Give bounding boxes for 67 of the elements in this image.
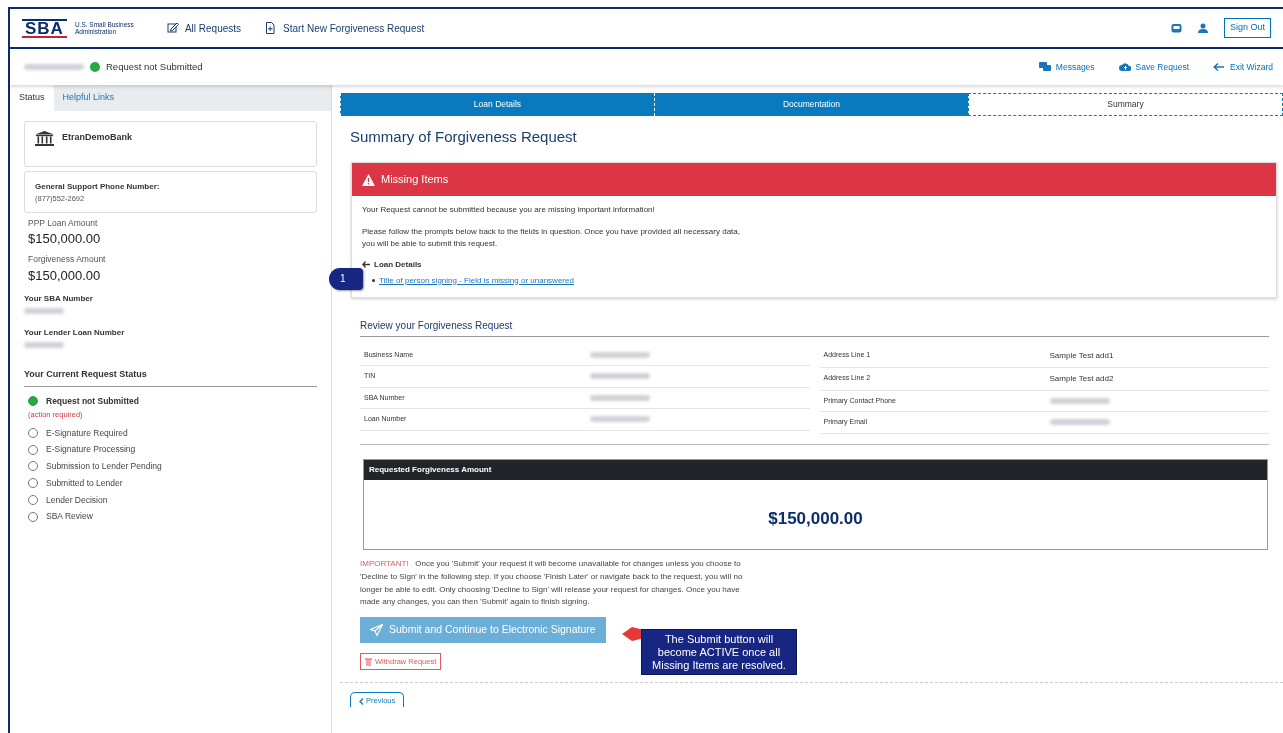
- missing-item-link[interactable]: Title of person signing - Field is missing or unanswered: [379, 274, 574, 287]
- status-step: Request not Submitted: [46, 394, 140, 408]
- amount-value: $150,000.00: [28, 266, 102, 285]
- callout-marker: 1: [329, 267, 363, 290]
- inbox-icon[interactable]: [1170, 23, 1182, 33]
- status-step: SBA Review: [46, 510, 93, 523]
- paper-plane-icon: [370, 624, 383, 637]
- sidebar-tab[interactable]: Helpful Links: [53, 85, 124, 111]
- status-step: Submission to Lender Pending: [46, 460, 162, 473]
- edit-icon: [166, 22, 179, 34]
- nav-link[interactable]: Start New Forgiveness Request: [265, 20, 425, 36]
- status-step: E-Signature Processing: [46, 443, 136, 456]
- support-label: General Support Phone Number:: [35, 180, 161, 193]
- bank-icon: [35, 130, 54, 146]
- status-step: Submitted to Lender: [46, 476, 123, 490]
- chat-icon: [1038, 62, 1051, 72]
- redacted-value: [590, 351, 650, 358]
- back-arrow-icon: [362, 261, 370, 269]
- logo[interactable]: SBA: [22, 18, 67, 38]
- field-value: Sample Test add1: [1049, 349, 1115, 362]
- bullet-icon: [372, 279, 375, 283]
- amount-value: $150,000.00: [28, 230, 102, 249]
- request-status: Request not Submitted: [106, 59, 203, 74]
- document-icon: [265, 22, 278, 34]
- amount-value: $150,000.00: [767, 507, 864, 530]
- missing-items-title: Missing Items: [381, 172, 449, 188]
- number-label: Your SBA Number: [24, 293, 94, 305]
- redacted-number: [24, 341, 64, 348]
- number-label: Your Lender Loan Number: [24, 326, 126, 339]
- redacted-value: [590, 416, 650, 423]
- redacted-number: [24, 308, 64, 314]
- important-notice: IMPORTANT! Once you 'Submit' your request it will become unavailable for changes unless you choose to 'Decline to Sign' in the following step. If you choose 'Finish Later' or navigate back to the request, you will no longer be able to edit. Only choosing 'Decline to Sign' will release your request for changes. Once you have made any changes, you can then 'Submit' again to finish signing.: [360, 558, 744, 609]
- missing-instructions: Please follow the prompts below back to the fields in question. Once you have provided all necessary data, you will be able to submit this request.: [362, 225, 741, 251]
- sidebar-tab[interactable]: Status: [10, 85, 54, 111]
- status-step: E-Signature Required: [46, 426, 128, 440]
- redacted-value: [1049, 397, 1110, 404]
- missing-section: Loan Details: [374, 258, 422, 271]
- page-title: Summary of Forgiveness Request: [350, 126, 578, 147]
- status-step: Lender Decision: [46, 493, 108, 507]
- amount-label: Forgiveness Amount: [28, 252, 107, 266]
- sign-out-button[interactable]: Sign Out: [1223, 18, 1271, 38]
- left-arrow-icon: [1213, 62, 1225, 72]
- chevron-left-icon: [359, 697, 364, 705]
- redacted-value: [590, 394, 650, 401]
- missing-message: Your Request cannot be submitted because you are missing important information!: [362, 203, 656, 216]
- wizard-step[interactable]: Summary: [968, 93, 1283, 116]
- warning-icon: [362, 173, 375, 186]
- amount-label: PPP Loan Amount: [28, 216, 99, 230]
- toolbar-link[interactable]: Messages: [1038, 60, 1095, 74]
- toolbar-link[interactable]: Exit Wizard: [1213, 60, 1273, 74]
- bank-name: EtranDemoBank: [62, 131, 133, 145]
- annotation-note: The Submit button will become ACTIVE once all Missing Items are resolved.: [641, 629, 797, 676]
- field-value: Sample Test add2: [1049, 372, 1115, 385]
- nav-link[interactable]: All Requests: [166, 20, 242, 36]
- amount-title: Requested Forgiveness Amount: [364, 459, 1267, 480]
- trash-icon: [365, 657, 372, 666]
- redacted-name: [24, 64, 84, 70]
- review-title: Review your Forgiveness Request: [360, 317, 1269, 337]
- redacted-value: [1049, 419, 1110, 426]
- wizard-step[interactable]: Loan Details: [340, 93, 654, 116]
- redacted-value: [590, 373, 650, 380]
- status-dot: [90, 62, 100, 72]
- wizard-step[interactable]: Documentation: [654, 93, 968, 116]
- toolbar-link[interactable]: Save Request: [1118, 60, 1189, 74]
- cloud-upload-icon: [1118, 62, 1131, 72]
- status-heading: Your Current Request Status: [24, 368, 317, 387]
- user-icon[interactable]: [1197, 23, 1208, 33]
